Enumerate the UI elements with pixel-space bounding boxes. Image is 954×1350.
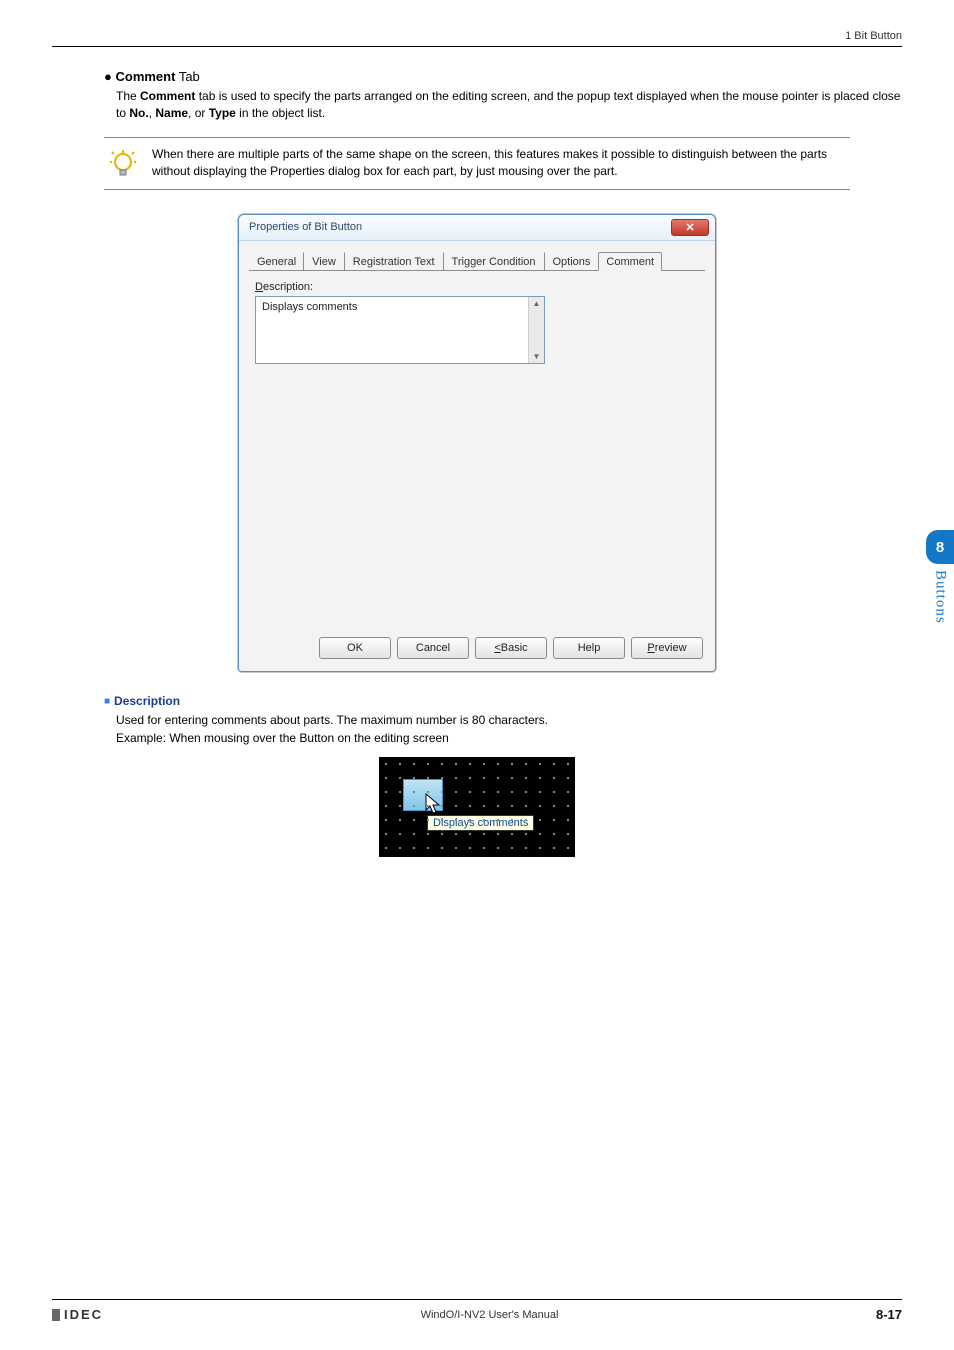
dialog-footer: OK Cancel < Basic Help Preview [239, 637, 715, 659]
side-chapter-tab: 8 Buttons [926, 530, 954, 624]
scroll-down-icon[interactable]: ▼ [533, 352, 541, 361]
intro-paragraph: The Comment tab is used to specify the p… [116, 88, 902, 123]
lightbulb-icon [108, 146, 138, 180]
brand-block-icon [52, 1309, 60, 1321]
basic-button[interactable]: < Basic [475, 637, 547, 659]
tip-block: When there are multiple parts of the sam… [104, 137, 850, 190]
footer-center: WindO/I-NV2 User's Manual [421, 1309, 559, 1321]
page-header-section: 1 Bit Button [52, 30, 902, 47]
intro-tail: in the object list. [236, 106, 325, 120]
scroll-up-icon[interactable]: ▲ [533, 299, 541, 308]
basic-rest: Basic [501, 642, 528, 654]
square-bullet-icon: ■ [104, 696, 110, 707]
textarea-scrollbar[interactable]: ▲ ▼ [528, 297, 544, 363]
description-heading: ■ Description [104, 694, 902, 708]
description-heading-text: Description [114, 694, 180, 708]
description-textarea[interactable]: Displays comments ▲ ▼ [255, 296, 545, 364]
brand-text: IDEC [64, 1307, 103, 1322]
preview-button[interactable]: Preview [631, 637, 703, 659]
bullet-icon: ● [104, 69, 112, 84]
heading-suffix: Tab [175, 69, 199, 84]
description-label: Description: [255, 281, 699, 293]
example-tooltip: Displays comments [427, 815, 534, 831]
tip-text: When there are multiple parts of the sam… [152, 146, 846, 181]
tab-options[interactable]: Options [544, 252, 600, 270]
cancel-button[interactable]: Cancel [397, 637, 469, 659]
intro-bold-no: No. [129, 106, 148, 120]
description-body: Used for entering comments about parts. … [116, 711, 902, 747]
close-button[interactable]: ✕ [671, 219, 709, 236]
tab-registration-text[interactable]: Registration Text [344, 252, 444, 270]
intro-bold-comment: Comment [140, 89, 195, 103]
heading-bold: Comment [115, 69, 175, 84]
label-rest: escription: [263, 281, 313, 293]
tab-general[interactable]: General [249, 252, 304, 270]
dialog-tabs: General View Registration Text Trigger C… [249, 249, 705, 271]
tab-trigger-condition[interactable]: Trigger Condition [443, 252, 545, 270]
footer-brand: IDEC [52, 1307, 103, 1322]
chapter-label: Buttons [932, 570, 949, 624]
preview-rest: review [655, 642, 687, 654]
chapter-number: 8 [926, 530, 954, 564]
properties-dialog: Properties of Bit Button ✕ General View … [238, 214, 716, 672]
intro-sep2: , or [188, 106, 209, 120]
footer-page: 8-17 [876, 1307, 902, 1322]
intro-text: The [116, 89, 140, 103]
description-line2: Example: When mousing over the Button on… [116, 729, 902, 747]
intro-bold-name: Name [155, 106, 188, 120]
ok-button[interactable]: OK [319, 637, 391, 659]
tab-comment[interactable]: Comment [598, 252, 662, 271]
preview-hotkey: P [647, 642, 654, 654]
intro-bold-type: Type [209, 106, 236, 120]
help-button[interactable]: Help [553, 637, 625, 659]
description-line1: Used for entering comments about parts. … [116, 711, 902, 729]
label-hotkey: D [255, 281, 263, 293]
tab-view[interactable]: View [303, 252, 345, 270]
comment-tab-heading: ● Comment Tab [104, 69, 902, 84]
dialog-title: Properties of Bit Button [249, 221, 362, 233]
dialog-titlebar: Properties of Bit Button ✕ [239, 215, 715, 241]
page-footer: IDEC WindO/I-NV2 User's Manual 8-17 [52, 1299, 902, 1322]
description-value: Displays comments [256, 297, 528, 363]
editing-screen-example: Displays comments [379, 757, 575, 857]
